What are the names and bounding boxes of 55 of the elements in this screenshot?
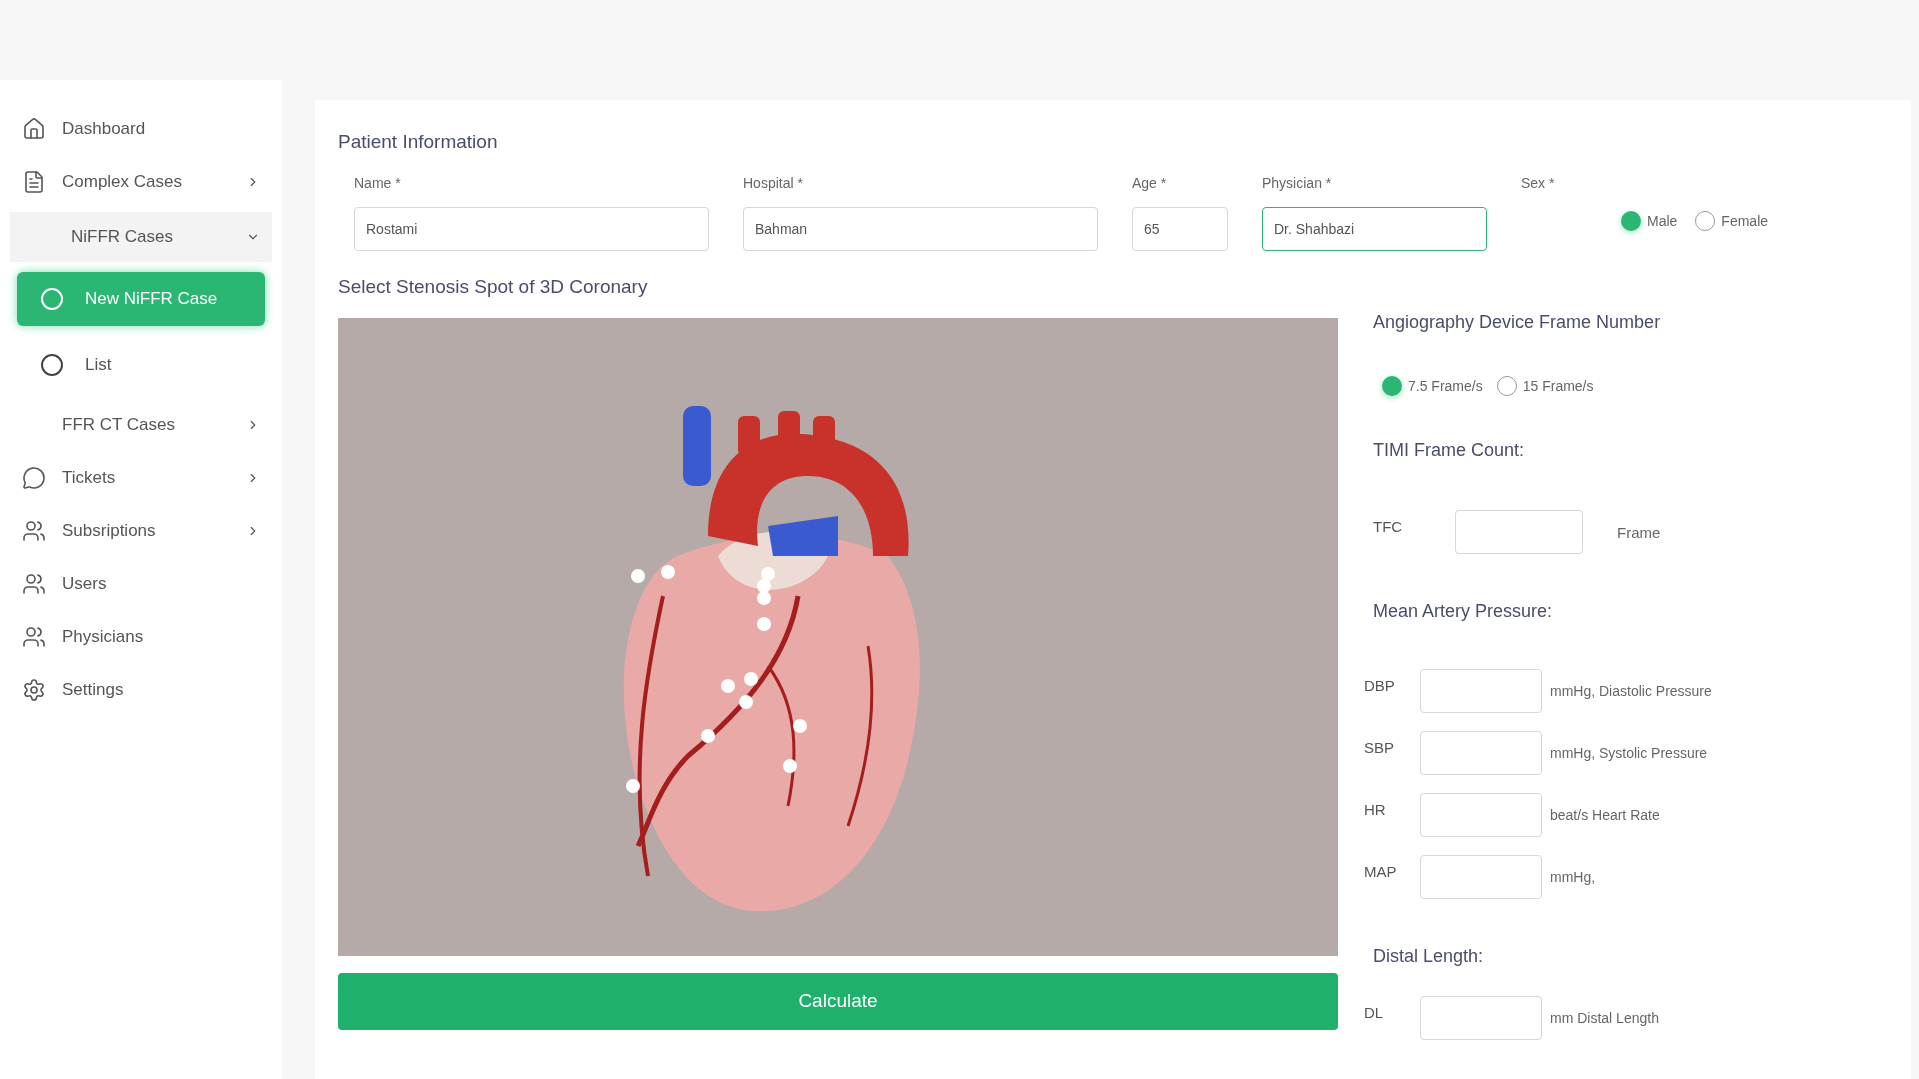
- field-label: MAP: [1364, 861, 1398, 882]
- unit-label: mm Distal Length: [1550, 1008, 1659, 1028]
- number-field[interactable]: [1420, 854, 1542, 899]
- people-icon: [22, 518, 46, 543]
- unit-label: mmHg, Systolic Pressure: [1550, 743, 1708, 763]
- radio-option[interactable]: 15 Frame/s: [1496, 375, 1594, 397]
- field-label: Sex *: [1521, 173, 1556, 193]
- section-title: Distal Length:: [1373, 944, 1485, 968]
- text-field[interactable]: 65: [1132, 206, 1228, 251]
- people-icon: [22, 624, 46, 649]
- sidebar-item[interactable]: Dashboard: [0, 102, 282, 155]
- unit-label: beat/s Heart Rate: [1550, 805, 1660, 825]
- field-label: Age *: [1132, 173, 1168, 193]
- document-icon: [22, 169, 46, 194]
- number-field[interactable]: [1420, 995, 1542, 1040]
- radio-option[interactable]: Female: [1695, 210, 1769, 232]
- section-title: Angiography Device Frame Number: [1373, 310, 1662, 334]
- section-title: Patient Information: [338, 130, 499, 154]
- unit-label: Frame: [1617, 522, 1661, 543]
- radio-option[interactable]: 7.5 Frame/s: [1382, 375, 1483, 397]
- house-icon: [22, 116, 46, 141]
- sidebar-item[interactable]: Subsriptions: [0, 504, 282, 557]
- field-label: SBP: [1364, 737, 1395, 758]
- field-label: HR: [1364, 799, 1387, 820]
- people-icon: [22, 571, 46, 596]
- field-label: DBP: [1364, 675, 1396, 696]
- text-field[interactable]: Bahman: [743, 206, 1098, 251]
- sidebar-item[interactable]: FFR CT Cases: [0, 398, 282, 451]
- sidebar-item[interactable]: Tickets: [0, 451, 282, 504]
- speech-bubble-icon: [22, 465, 46, 490]
- settings-icon: [22, 677, 46, 702]
- unit-label: mmHg, Diastolic Pressure: [1550, 681, 1712, 701]
- section-title: Mean Artery Pressure:: [1373, 599, 1554, 623]
- sidebar-item[interactable]: Physicians: [0, 610, 282, 663]
- number-field[interactable]: [1420, 668, 1542, 713]
- section-title: TIMI Frame Count:: [1373, 438, 1526, 462]
- field-label: Name *: [354, 173, 402, 193]
- sidebar-item[interactable]: Complex Cases: [0, 155, 282, 208]
- field-label: Physician *: [1262, 173, 1333, 193]
- text-field[interactable]: Dr. Shahbazi: [1262, 206, 1487, 251]
- text-field[interactable]: Rostami: [354, 206, 709, 251]
- section-title: Select Stenosis Spot of 3D Coronary: [338, 274, 649, 299]
- sidebar-group[interactable]: NiFFR Cases: [10, 212, 272, 262]
- number-field[interactable]: [1455, 509, 1583, 554]
- unit-label: mmHg,: [1550, 867, 1596, 887]
- sidebar-subitem[interactable]: List: [17, 338, 265, 392]
- sidebar-item[interactable]: Settings: [0, 663, 282, 716]
- model-viewer[interactable]: [338, 318, 1338, 956]
- number-field[interactable]: [1420, 792, 1542, 837]
- radio-option[interactable]: Male: [1621, 210, 1678, 232]
- field-label: Hospital *: [743, 173, 804, 193]
- number-field[interactable]: [1420, 730, 1542, 775]
- field-label: TFC: [1373, 516, 1404, 537]
- sidebar-item[interactable]: Users: [0, 557, 282, 610]
- field-label: DL: [1364, 1002, 1385, 1023]
